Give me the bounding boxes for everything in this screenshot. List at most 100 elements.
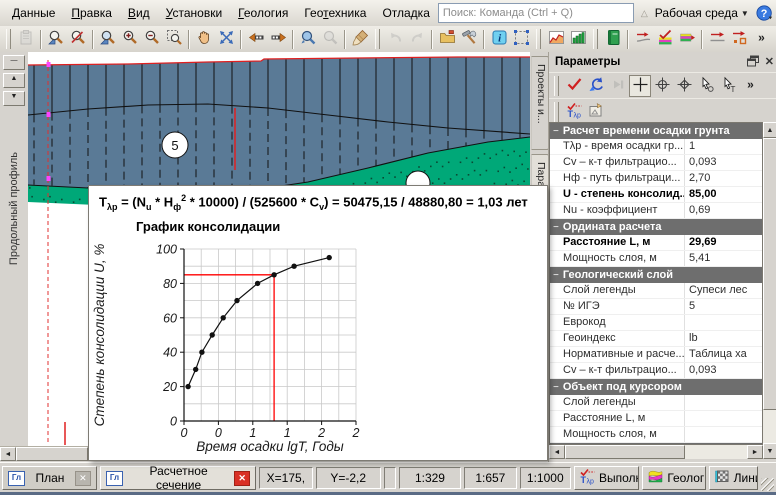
paste-button[interactable] [15, 28, 37, 50]
view-tab-2[interactable]: ГлРасчетное сечение✕ [100, 466, 256, 490]
grid-section-header[interactable]: −Геологический слой [550, 267, 762, 283]
legend-book-button[interactable] [602, 28, 624, 50]
scrollbar-thumb[interactable] [763, 138, 776, 410]
refresh-view-button[interactable] [349, 28, 371, 50]
grid-row[interactable]: Cv – к-т фильтрацио...0,093 [550, 155, 762, 171]
view-tab-1[interactable]: ГлПлан✕ [2, 466, 97, 490]
run-settlement-time-button[interactable]: Тλр [563, 101, 585, 123]
line-arrow-button[interactable] [706, 28, 728, 50]
property-value[interactable]: 85,00 [684, 187, 762, 202]
tools-button[interactable] [458, 28, 480, 50]
menu-установки[interactable]: Установки [158, 1, 231, 25]
geo-layers-button[interactable] [676, 28, 698, 50]
collapse-icon[interactable]: − [553, 222, 559, 233]
scroll-left-icon[interactable]: ◄ [549, 445, 565, 459]
property-value[interactable]: 1 [684, 139, 762, 154]
grid-section-header[interactable]: −Расчет времени осадки грунта [550, 123, 762, 139]
run-button[interactable]: ТλрВыполн [574, 466, 639, 490]
scrollbar-thumb[interactable] [16, 447, 88, 461]
zoom-by-frame-button[interactable] [45, 28, 67, 50]
grid-row[interactable]: № ИГЭ5 [550, 299, 762, 315]
toolbar-grip[interactable] [536, 29, 541, 49]
pan-button[interactable] [193, 28, 215, 50]
toolbar-overflow-button[interactable]: » [750, 28, 772, 50]
export-button[interactable] [436, 28, 458, 50]
resize-grip[interactable] [761, 478, 774, 491]
cursor-text-button[interactable]: Т [717, 75, 739, 97]
scale-prev-button[interactable] [245, 28, 267, 50]
fit-extents-button[interactable] [215, 28, 237, 50]
grid-row[interactable]: Nu - коэффициент0,69 [550, 203, 762, 219]
menu-данные[interactable]: Данные [4, 1, 63, 25]
grid-row[interactable]: Расстояние L, м [550, 411, 762, 427]
pin-caret-icon[interactable]: △ [641, 8, 648, 19]
geo-profile-button[interactable] [632, 28, 654, 50]
zoom-in-button[interactable] [119, 28, 141, 50]
grid-section-header[interactable]: −Объект под курсором [550, 379, 762, 395]
grid-row[interactable]: Нф - путь фильтраци...2,70 [550, 171, 762, 187]
tab-projects[interactable]: Проекты и... [531, 56, 549, 150]
toolbar-grip[interactable] [6, 29, 11, 49]
grid-horizontal-scrollbar[interactable]: ◄ ► [549, 445, 763, 459]
property-value[interactable]: 0,69 [684, 203, 762, 218]
menu-геотехника[interactable]: Геотехника [296, 1, 374, 25]
step-forward-button[interactable] [607, 75, 629, 97]
red-chart-button[interactable] [545, 28, 567, 50]
view-next-button[interactable] [319, 28, 341, 50]
scroll-down-button[interactable]: ▼ [3, 91, 25, 106]
property-value[interactable] [684, 315, 762, 330]
property-value[interactable]: 0,093 [684, 363, 762, 378]
grid-row[interactable]: Слой легендыСупеси лес [550, 283, 762, 299]
show-diagram-button[interactable] [585, 101, 607, 123]
grid-row[interactable]: Мощность слоя, м5,41 [550, 251, 762, 267]
property-value[interactable]: 0,093 [684, 155, 762, 170]
zoom-out-button[interactable] [141, 28, 163, 50]
property-value[interactable]: Таблица ха [684, 347, 762, 362]
grid-row[interactable]: Расстояние L, м29,69 [550, 235, 762, 251]
scroll-right-icon[interactable]: ► [747, 445, 763, 459]
panel-toolbar-overflow-button[interactable]: » [739, 75, 761, 97]
zoom-selection-button[interactable] [163, 28, 185, 50]
menu-геология[interactable]: Геология [230, 1, 296, 25]
property-value[interactable] [684, 411, 762, 426]
scale-next-button[interactable] [267, 28, 289, 50]
float-window-icon[interactable] [747, 55, 759, 69]
grid-section-header[interactable]: −Ордината расчета [550, 219, 762, 235]
grid-row[interactable]: U - степень консолид...85,00 [550, 187, 762, 203]
workspace-menu[interactable]: Рабочая среда ▼ [655, 6, 749, 20]
grid-row[interactable]: Тλр - время осадки гр...1 [550, 139, 762, 155]
view-prev-button[interactable] [297, 28, 319, 50]
grid-row[interactable]: Нормативные и расче...Таблица ха [550, 347, 762, 363]
capture-circle-button[interactable] [651, 75, 673, 97]
toolbar-grip[interactable] [554, 102, 559, 122]
zoom-window-button[interactable] [97, 28, 119, 50]
toolbar-grip[interactable] [375, 29, 380, 49]
property-value[interactable]: 2,70 [684, 171, 762, 186]
collapse-icon[interactable]: − [553, 270, 559, 281]
object-info-button[interactable]: i [488, 28, 510, 50]
property-value[interactable]: Супеси лес [684, 283, 762, 298]
search-input[interactable] [438, 3, 634, 23]
property-value[interactable] [684, 427, 762, 442]
zoom-cancel-button[interactable] [67, 28, 89, 50]
property-value[interactable]: 5,41 [684, 251, 762, 266]
lines-button[interactable]: Линии [709, 466, 759, 490]
scroll-down-icon[interactable]: ▼ [763, 443, 776, 459]
menu-вид[interactable]: Вид [120, 1, 158, 25]
crosshair-capture-button[interactable] [629, 75, 651, 97]
grid-row[interactable]: Еврокод [550, 315, 762, 331]
collapse-icon[interactable]: − [553, 126, 559, 137]
property-value[interactable] [684, 395, 762, 410]
property-value[interactable]: 5 [684, 299, 762, 314]
capture-diamond-button[interactable] [673, 75, 695, 97]
grid-vertical-scrollbar[interactable]: ▲ ▼ [763, 122, 776, 459]
grid-row[interactable]: Слой легенды [550, 395, 762, 411]
scroll-up-button[interactable]: ▲ [3, 73, 25, 88]
green-chart-button[interactable] [567, 28, 589, 50]
grid-row[interactable]: Геоиндексlb [550, 331, 762, 347]
redo-button[interactable] [406, 28, 428, 50]
menu-правка[interactable]: Правка [63, 1, 120, 25]
toolbar-grip[interactable] [593, 29, 598, 49]
grid-row[interactable]: Cv – к-т фильтрацио...0,093 [550, 363, 762, 379]
apply-button[interactable] [563, 75, 585, 97]
